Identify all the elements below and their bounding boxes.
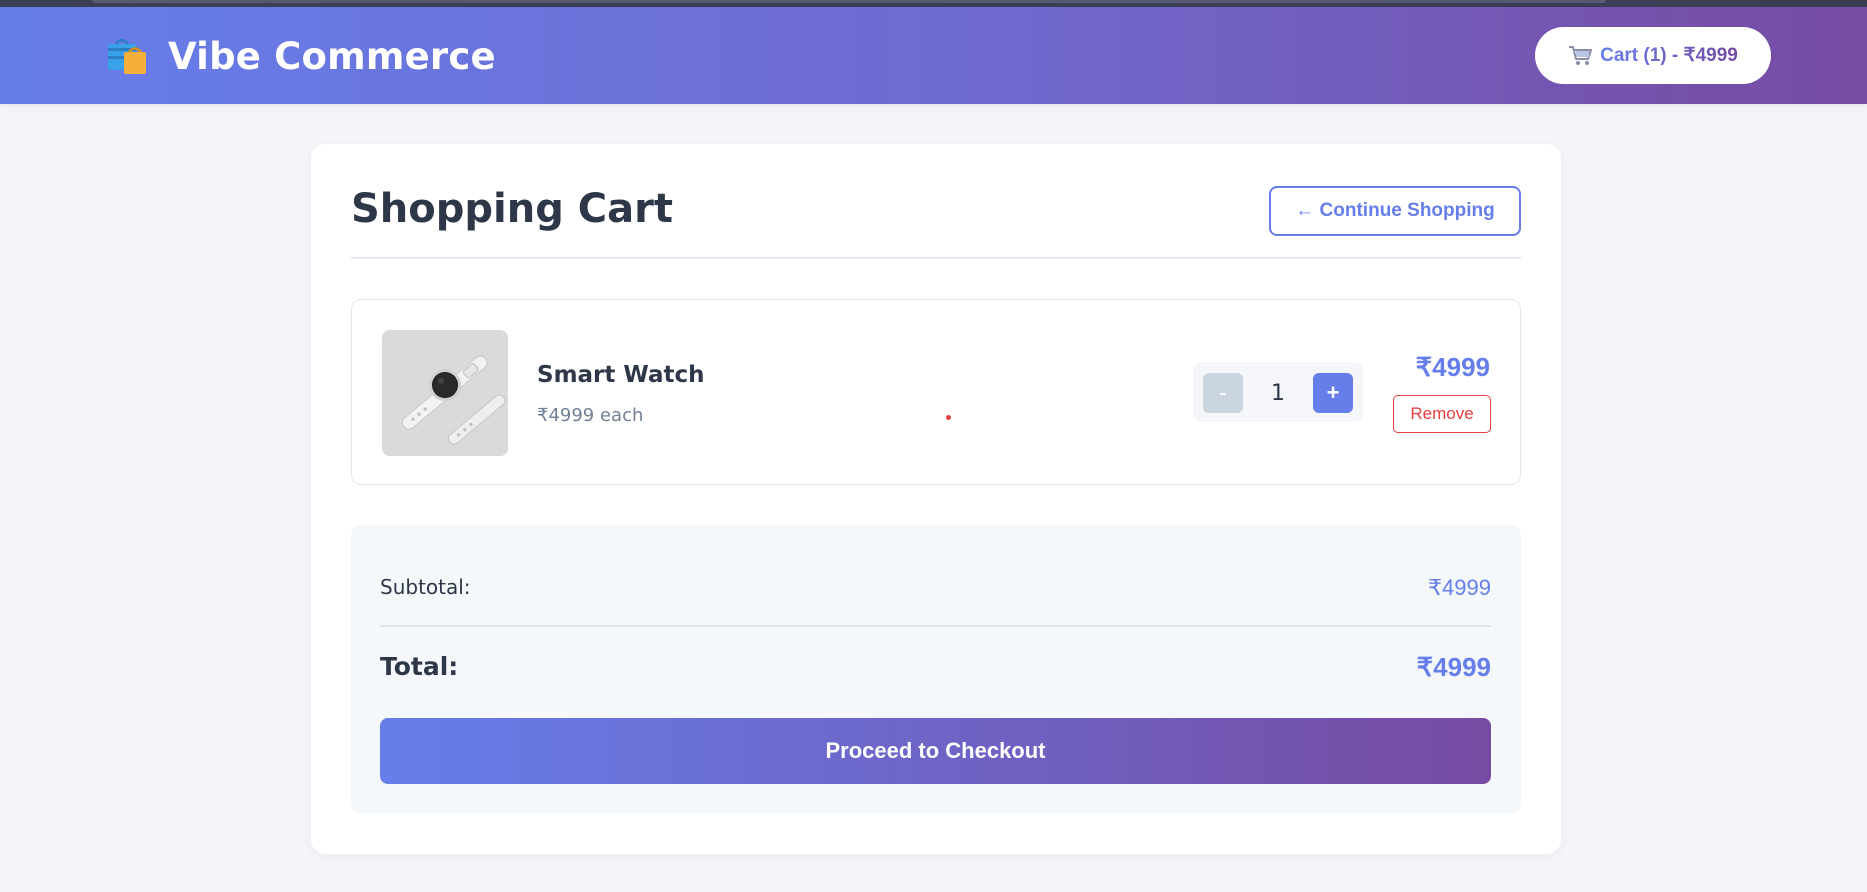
total-value: ₹4999 bbox=[1416, 652, 1491, 682]
brand-logo[interactable]: Vibe Commerce bbox=[106, 34, 496, 78]
summary-divider bbox=[380, 625, 1491, 627]
decrease-quantity-button[interactable]: - bbox=[1203, 373, 1243, 413]
header-cart-button[interactable]: Cart (1) - ₹4999 bbox=[1535, 27, 1771, 84]
item-unit-price: ₹4999 each bbox=[537, 405, 644, 426]
quantity-value: 1 bbox=[1271, 380, 1285, 406]
subtotal-label: Subtotal: bbox=[380, 575, 471, 599]
browser-tab-edge bbox=[92, 0, 1606, 3]
shopping-bags-icon bbox=[106, 34, 150, 78]
item-name: Smart Watch bbox=[537, 362, 705, 388]
title-divider bbox=[351, 257, 1521, 259]
cursor-dot bbox=[946, 415, 951, 420]
remove-item-button[interactable]: Remove bbox=[1393, 395, 1491, 433]
page-title: Shopping Cart bbox=[351, 186, 673, 232]
increase-quantity-button[interactable]: + bbox=[1313, 373, 1353, 413]
shopping-cart-icon bbox=[1568, 45, 1593, 67]
checkout-button[interactable]: Proceed to Checkout bbox=[380, 718, 1491, 784]
total-label: Total: bbox=[380, 652, 459, 681]
cart-card: Shopping Cart ← Continue Shopping Smart … bbox=[311, 144, 1561, 854]
subtotal-value: ₹4999 bbox=[1428, 575, 1491, 600]
item-line-total: ₹4999 bbox=[1415, 352, 1490, 382]
order-summary: Subtotal: ₹4999 Total: ₹4999 Proceed to … bbox=[351, 525, 1521, 814]
quantity-stepper: - 1 + bbox=[1193, 362, 1363, 422]
brand-name: Vibe Commerce bbox=[168, 34, 496, 78]
navbar: Vibe Commerce Cart (1) - ₹4999 bbox=[0, 7, 1867, 104]
smart-watch-image bbox=[382, 330, 508, 456]
cart-item: Smart Watch ₹4999 each - 1 + ₹4999 Remov… bbox=[351, 299, 1521, 485]
header-cart-label: Cart (1) - ₹4999 bbox=[1600, 45, 1738, 66]
continue-shopping-button[interactable]: ← Continue Shopping bbox=[1269, 186, 1521, 236]
